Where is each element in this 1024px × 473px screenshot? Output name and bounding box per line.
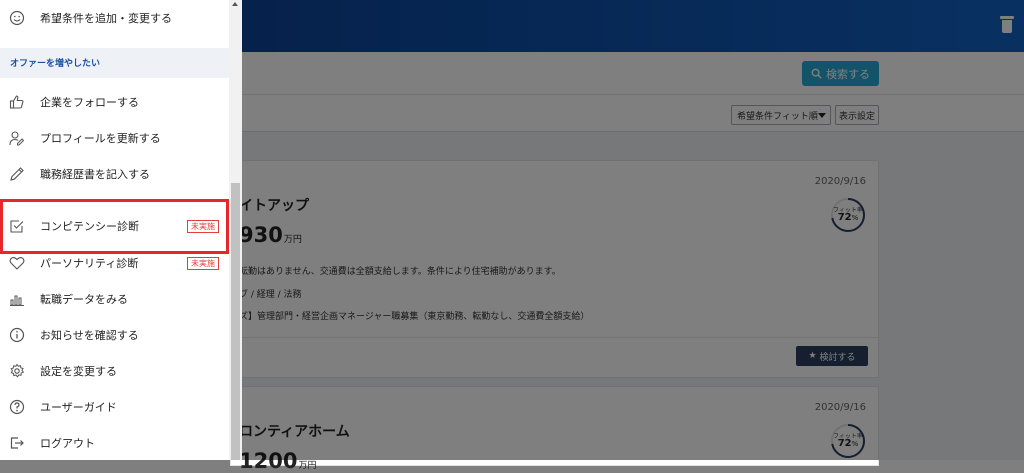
menu-item-edit-preferences[interactable]: 希望条件を追加・変更する xyxy=(0,1,229,35)
menu-item-label: お知らせを確認する xyxy=(40,329,139,342)
logout-icon xyxy=(10,437,24,449)
menu-item-logout[interactable]: ログアウト xyxy=(0,426,229,460)
salary-unit: 万円 xyxy=(298,461,317,471)
help-icon xyxy=(9,399,25,415)
menu-item-label: ユーザーガイド xyxy=(40,401,117,414)
menu-item-career-data[interactable]: 転職データをみる xyxy=(0,282,229,316)
menu-item-label: 希望条件を追加・変更する xyxy=(40,12,172,25)
menu-item-notifications[interactable]: お知らせを確認する xyxy=(0,318,229,352)
menu-item-follow-companies[interactable]: 企業をフォローする xyxy=(0,85,229,119)
smile-icon xyxy=(9,10,25,26)
menu-item-label: 設定を変更する xyxy=(40,365,117,378)
pencil-icon xyxy=(10,167,24,181)
menu-item-label: プロフィールを更新する xyxy=(40,132,161,145)
menu-item-settings[interactable]: 設定を変更する xyxy=(0,354,229,388)
gear-icon xyxy=(10,363,25,378)
menu-item-label: 転職データをみる xyxy=(40,293,128,306)
menu-item-label: パーソナリティ診断 xyxy=(40,257,139,270)
section-title: オファーを増やしたい xyxy=(10,59,101,69)
menu-item-personality-test[interactable]: パーソナリティ診断 未実施 xyxy=(0,246,229,280)
menu-item-user-guide[interactable]: ユーザーガイド xyxy=(0,390,229,424)
menu-item-label: ログアウト xyxy=(40,437,95,450)
menu-item-label: 職務経歴書を記入する xyxy=(40,168,150,181)
menu-item-update-profile[interactable]: プロフィールを更新する xyxy=(0,121,229,155)
side-drawer-menu: 希望条件を追加・変更する オファーを増やしたい 企業をフォローする プロフィール… xyxy=(0,0,242,460)
heart-icon xyxy=(9,256,25,270)
menu-item-label: 企業をフォローする xyxy=(40,96,139,109)
user-edit-icon xyxy=(9,131,25,146)
status-badge: 未実施 xyxy=(187,256,219,270)
thumbs-up-icon xyxy=(9,95,24,109)
section-header: オファーを増やしたい xyxy=(0,48,229,78)
scroll-up-arrow-icon[interactable] xyxy=(232,2,238,6)
info-icon xyxy=(9,327,25,343)
bar-chart-icon xyxy=(10,295,24,306)
scrollbar-thumb[interactable] xyxy=(231,183,240,460)
menu-item-write-resume[interactable]: 職務経歴書を記入する xyxy=(0,157,229,191)
drawer-scrollbar[interactable] xyxy=(229,0,242,460)
